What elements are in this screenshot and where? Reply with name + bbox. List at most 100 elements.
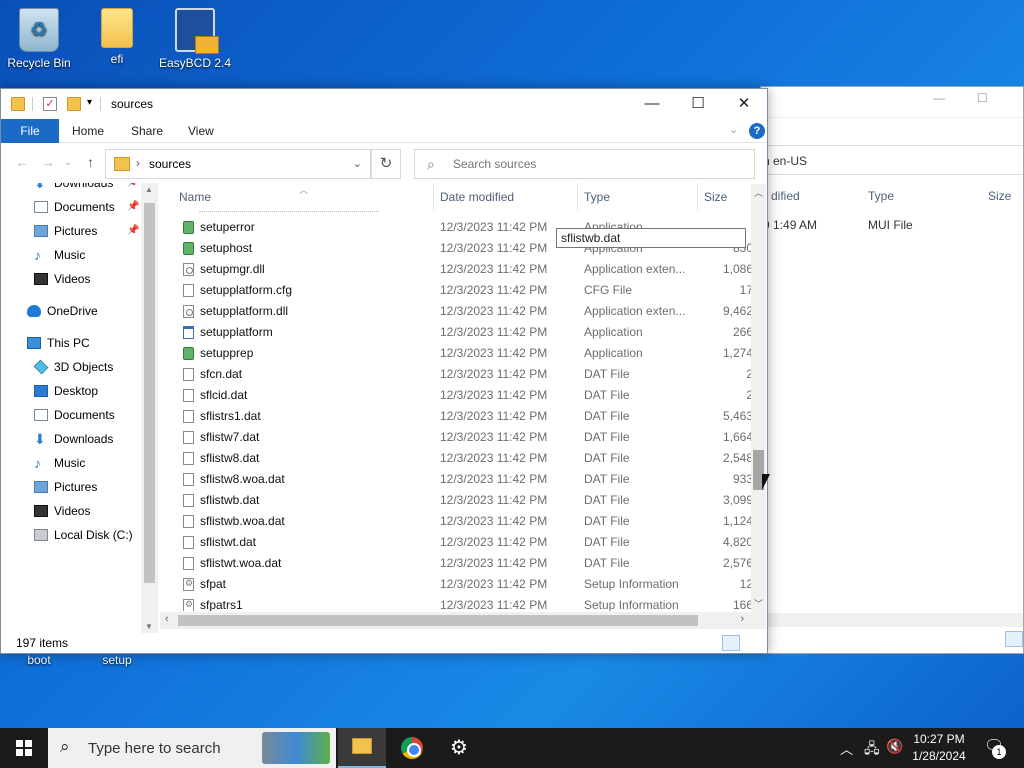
back-icon[interactable]: ← — [15, 154, 29, 170]
scroll-thumb[interactable] — [144, 203, 155, 583]
file-row[interactable]: sflistwb.woa.dat 12/3/2023 11:42 PM DAT Fi… — [161, 511, 753, 532]
new-folder-icon[interactable] — [67, 97, 81, 111]
properties-icon[interactable]: ✓ — [43, 97, 57, 111]
address-bar[interactable]: › sources ⌄ — [105, 149, 371, 179]
nav-item[interactable]: ♪ Music — [1, 452, 141, 474]
file-row[interactable]: setupplatform.cfg 12/3/2023 11:42 PM CFG F… — [161, 280, 753, 301]
nav-item[interactable]: Videos — [1, 268, 141, 290]
file-row[interactable]: sfcn.dat 12/3/2023 11:42 PM DAT File 2 — [161, 364, 753, 385]
desktop-icon-boot[interactable]: boot — [1, 653, 77, 667]
file-row[interactable]: sflistwt.woa.dat 12/3/2023 11:42 PM DAT Fi… — [161, 553, 753, 574]
chevron-right-icon[interactable]: › — [136, 156, 140, 170]
details-view-icon[interactable] — [1005, 631, 1023, 647]
navigation-pane-scrollbar[interactable]: ▲ ▼ — [141, 183, 158, 633]
title-bar[interactable]: ✓ ▾ sources — ☐ ✕ — [1, 89, 767, 119]
column-divider[interactable] — [577, 183, 578, 211]
column-header-size[interactable]: Size — [704, 190, 727, 204]
desktop-icon-setup[interactable]: setup — [79, 653, 155, 667]
minimize-button[interactable]: — — [629, 89, 675, 119]
desktop-icon-efi[interactable]: efi — [79, 8, 155, 66]
tab-file[interactable]: File — [1, 119, 59, 143]
file-row[interactable]: setupmgr.dll 12/3/2023 11:42 PM Applicatio… — [161, 259, 753, 280]
file-row[interactable]: setupplatform 12/3/2023 11:42 PM Applicati… — [161, 322, 753, 343]
desktop-icon-recycle-bin[interactable]: Recycle Bin — [1, 8, 77, 70]
column-divider[interactable] — [433, 183, 434, 211]
scroll-left-icon[interactable]: ‹ — [165, 613, 169, 625]
nav-item[interactable]: 3D Objects — [1, 356, 141, 378]
scroll-down-icon[interactable]: ﹀ — [754, 597, 763, 610]
details-view-icon[interactable] — [722, 635, 740, 651]
file-row[interactable]: sfpat 12/3/2023 11:42 PM Setup Information… — [161, 574, 753, 595]
nav-item[interactable]: ♪ Music — [1, 244, 141, 266]
taskbar-file-explorer[interactable] — [338, 728, 386, 768]
scroll-thumb[interactable] — [178, 615, 698, 626]
tab-view[interactable]: View — [176, 119, 226, 143]
scroll-up-icon[interactable]: ︿ — [754, 186, 763, 199]
search-box[interactable]: ⌕ — [414, 149, 755, 179]
file-row[interactable]: sflistw8.dat 12/3/2023 11:42 PM DAT File 2,… — [161, 448, 753, 469]
refresh-button[interactable]: ↻ — [371, 149, 401, 179]
nav-item[interactable]: This PC — [1, 332, 141, 354]
forward-icon[interactable]: → — [41, 154, 55, 170]
nav-item[interactable]: ⬇ Downloads 📌 — [1, 183, 141, 194]
nav-item[interactable]: Desktop — [1, 380, 141, 402]
nav-item[interactable]: Documents — [1, 404, 141, 426]
column-divider[interactable] — [697, 183, 698, 211]
file-row[interactable]: setupplatform.dll 12/3/2023 11:42 PM Appli… — [161, 301, 753, 322]
horizontal-scrollbar[interactable] — [761, 613, 1023, 627]
taskbar-chrome[interactable] — [388, 728, 436, 768]
background-explorer-window[interactable]: — ☐ h en-US dified Type Size 9 1:49 AM M… — [760, 86, 1024, 654]
navigation-pane[interactable]: ★Quick accessDesktop📌⬇Downloads📌Document… — [1, 183, 159, 633]
tab-home[interactable]: Home — [60, 119, 116, 143]
nav-item[interactable]: Videos — [1, 500, 141, 522]
network-icon[interactable]: 🖧 — [864, 738, 880, 762]
large-icons-view-icon[interactable] — [744, 635, 762, 651]
column-header-size[interactable]: Size — [988, 189, 1011, 203]
column-header-date[interactable]: dified — [771, 189, 800, 203]
search-input[interactable] — [453, 155, 743, 173]
column-header-type[interactable]: Type — [868, 189, 894, 203]
file-row[interactable]: sflistwt.dat 12/3/2023 11:42 PM DAT File 4,… — [161, 532, 753, 553]
desktop-icon-easybcd[interactable]: EasyBCD 2.4 — [157, 8, 233, 70]
pin-icon[interactable]: 📌 — [127, 220, 139, 242]
file-list-vertical-scrollbar[interactable]: ︿ ﹀ — [751, 184, 766, 612]
tab-share[interactable]: Share — [119, 119, 175, 143]
file-row[interactable]: setupprep 12/3/2023 11:42 PM Application 1,… — [161, 343, 753, 364]
scroll-down-icon[interactable]: ▼ — [145, 622, 153, 631]
file-row[interactable]: sflistw7.dat 12/3/2023 11:42 PM DAT File 1,… — [161, 427, 753, 448]
file-row[interactable]: sflistwb.dat 12/3/2023 11:42 PM DAT File 3,… — [161, 490, 753, 511]
chevron-down-icon[interactable]: ⌄ — [353, 157, 362, 170]
scroll-right-icon[interactable]: › — [740, 613, 744, 625]
file-list-horizontal-scrollbar[interactable]: ‹ › — [160, 612, 766, 629]
scroll-up-icon[interactable]: ▲ — [145, 185, 153, 194]
maximize-button[interactable]: ☐ — [675, 89, 721, 119]
file-row[interactable]: sfpatrs1 12/3/2023 11:42 PM Setup Informat… — [161, 595, 753, 611]
file-row[interactable]: sflcid.dat 12/3/2023 11:42 PM DAT File 2 — [161, 385, 753, 406]
nav-item[interactable]: Pictures — [1, 476, 141, 498]
column-header-name[interactable]: Name — [179, 190, 211, 204]
column-header-type[interactable]: Type — [584, 190, 610, 204]
up-icon[interactable]: ↑ — [87, 154, 94, 170]
clock[interactable]: 10:27 PM 1/28/2024 — [898, 731, 980, 765]
nav-item[interactable]: Pictures 📌 — [1, 220, 141, 242]
recent-locations-icon[interactable]: ⌄ — [64, 157, 72, 168]
taskbar-settings[interactable]: ⚙ — [436, 728, 484, 768]
nav-item[interactable]: ⬇ Downloads — [1, 428, 141, 450]
column-header-date[interactable]: Date modified — [440, 190, 514, 204]
file-row[interactable]: sflistw8.woa.dat 12/3/2023 11:42 PM DAT Fi… — [161, 469, 753, 490]
help-icon[interactable]: ? — [749, 123, 765, 139]
nav-item[interactable]: Local Disk (C:) — [1, 524, 141, 546]
start-button[interactable] — [0, 728, 48, 768]
pin-icon[interactable]: 📌 — [127, 196, 139, 218]
taskbar-search[interactable]: ⌕ Type here to search — [48, 728, 336, 768]
expand-ribbon-icon[interactable]: ⌄ — [729, 123, 738, 136]
close-button[interactable]: ✕ — [721, 89, 767, 119]
quick-access-dropdown-icon[interactable]: ▾ — [87, 97, 92, 108]
show-hidden-icons-icon[interactable]: ︿ — [840, 739, 853, 758]
pin-icon[interactable]: 📌 — [127, 183, 139, 194]
minimize-icon[interactable]: — — [933, 91, 945, 105]
file-row[interactable]: sflistrs1.dat 12/3/2023 11:42 PM DAT File 5… — [161, 406, 753, 427]
nav-item[interactable]: OneDrive — [1, 300, 141, 322]
nav-item[interactable]: Documents 📌 — [1, 196, 141, 218]
maximize-icon[interactable]: ☐ — [977, 91, 988, 105]
